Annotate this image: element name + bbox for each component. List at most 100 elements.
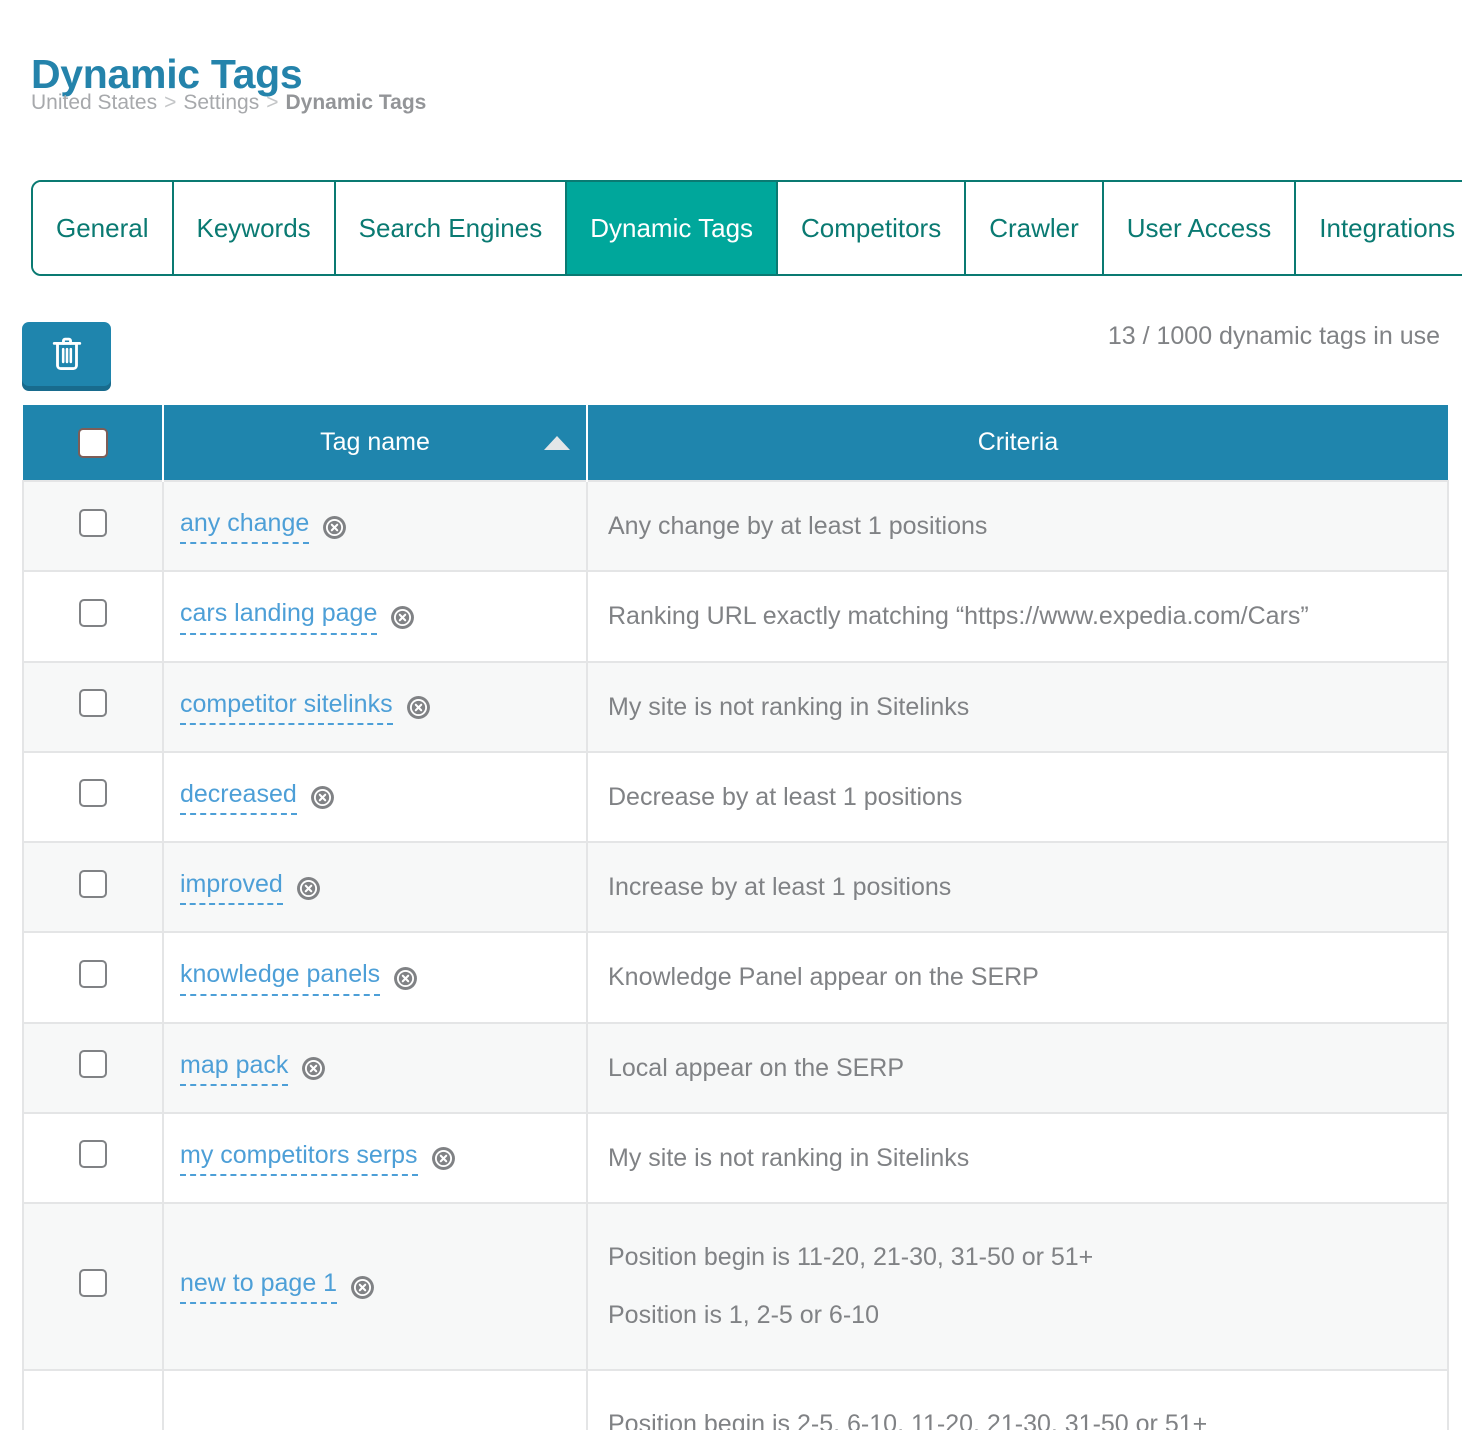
criteria-line: My site is not ranking in Sitelinks bbox=[608, 1114, 1431, 1202]
tab-crawler[interactable]: Crawler bbox=[966, 182, 1104, 274]
table-header-row: Tag name Criteria bbox=[23, 405, 1448, 481]
tag-name-link[interactable]: decreased bbox=[180, 781, 297, 815]
row-select-cell[interactable] bbox=[23, 571, 163, 661]
select-all-checkbox[interactable] bbox=[78, 428, 108, 458]
row-select-cell[interactable] bbox=[23, 1023, 163, 1113]
row-select-cell[interactable] bbox=[23, 481, 163, 571]
criteria-line: Position begin is 11-20, 21-30, 31-50 or… bbox=[608, 1228, 1431, 1286]
row-select-cell[interactable] bbox=[23, 1113, 163, 1203]
row-checkbox[interactable] bbox=[79, 1269, 107, 1297]
tab-general[interactable]: General bbox=[33, 182, 174, 274]
page-title: Dynamic Tags bbox=[31, 54, 302, 95]
tab-user-access[interactable]: User Access bbox=[1104, 182, 1297, 274]
remove-circle-icon[interactable] bbox=[390, 605, 415, 630]
row-checkbox[interactable] bbox=[79, 870, 107, 898]
tag-name-link[interactable]: new to page 1 bbox=[180, 1270, 337, 1304]
table-row: knowledge panels Knowledge Panel appear o… bbox=[23, 932, 1448, 1022]
breadcrumb-item[interactable]: United States bbox=[31, 91, 157, 114]
remove-circle-icon[interactable] bbox=[322, 515, 347, 540]
criteria-line: Any change by at least 1 positions bbox=[608, 482, 1431, 570]
tag-name-cell: decreased bbox=[163, 752, 587, 842]
remove-circle-icon[interactable] bbox=[431, 1146, 456, 1171]
criteria-line: Position is 1, 2-5 or 6-10 bbox=[608, 1286, 1431, 1344]
column-header-criteria[interactable]: Criteria bbox=[587, 405, 1448, 481]
tag-name-cell: map pack bbox=[163, 1023, 587, 1113]
trash-icon bbox=[50, 335, 84, 373]
tag-name-link[interactable]: my competitors serps bbox=[180, 1142, 418, 1176]
tag-name-link[interactable]: any change bbox=[180, 510, 309, 544]
tag-name-link[interactable]: improved bbox=[180, 871, 283, 905]
row-select-cell[interactable] bbox=[23, 842, 163, 932]
criteria-line: Decrease by at least 1 positions bbox=[608, 753, 1431, 841]
breadcrumb-item[interactable]: Settings bbox=[183, 91, 259, 114]
tab-integrations[interactable]: Integrations bbox=[1296, 182, 1462, 274]
row-select-cell[interactable] bbox=[23, 662, 163, 752]
tab-keywords[interactable]: Keywords bbox=[174, 182, 336, 274]
tag-name-link[interactable]: knowledge panels bbox=[180, 961, 380, 995]
row-checkbox[interactable] bbox=[79, 960, 107, 988]
breadcrumb-separator: > bbox=[266, 91, 278, 114]
tab-competitors[interactable]: Competitors bbox=[778, 182, 966, 274]
dynamic-tags-page: Dynamic Tags United States>Settings>Dyna… bbox=[0, 0, 1462, 1430]
row-checkbox[interactable] bbox=[79, 1140, 107, 1168]
row-select-cell[interactable] bbox=[23, 752, 163, 842]
breadcrumb: United States > Settings > Dynamic Tags bbox=[31, 92, 426, 113]
tab-label: Keywords bbox=[197, 215, 311, 241]
table-body: any change Any change by at least 1 posit… bbox=[23, 481, 1448, 1430]
tags-usage-count: 13 / 1000 dynamic tags in use bbox=[1108, 324, 1440, 349]
tag-name-cell: knowledge panels bbox=[163, 932, 587, 1022]
tab-label: Search Engines bbox=[359, 215, 543, 241]
row-select-cell[interactable] bbox=[23, 1203, 163, 1370]
tag-name-cell: any change bbox=[163, 481, 587, 571]
row-checkbox[interactable] bbox=[79, 509, 107, 537]
delete-selected-button[interactable] bbox=[22, 322, 111, 386]
row-checkbox[interactable] bbox=[79, 689, 107, 717]
tag-name-cell: cars landing page bbox=[163, 571, 587, 661]
table-row: any change Any change by at least 1 posit… bbox=[23, 481, 1448, 571]
tab-label: General bbox=[56, 215, 149, 241]
tag-name-link[interactable]: cars landing page bbox=[180, 600, 377, 634]
row-select-cell[interactable] bbox=[23, 932, 163, 1022]
criteria-line: Increase by at least 1 positions bbox=[608, 843, 1431, 931]
settings-tab-bar: General Keywords Search Engines Dynamic Tag… bbox=[31, 180, 1462, 276]
column-header-tag-name[interactable]: Tag name bbox=[163, 405, 587, 481]
tag-name-link[interactable]: competitor sitelinks bbox=[180, 691, 393, 725]
row-checkbox[interactable] bbox=[79, 779, 107, 807]
criteria-cell: Position begin is 11-20, 21-30, 31-50 or… bbox=[587, 1203, 1448, 1370]
row-checkbox[interactable] bbox=[79, 1050, 107, 1078]
row-select-cell[interactable] bbox=[23, 1370, 163, 1430]
tab-label: Crawler bbox=[989, 215, 1079, 241]
column-header-tag-name-label: Tag name bbox=[320, 428, 430, 456]
caret-up-icon bbox=[544, 436, 570, 450]
table-row: decreased Decrease by at least 1 position… bbox=[23, 752, 1448, 842]
row-checkbox[interactable] bbox=[79, 599, 107, 627]
tag-name-cell: my competitors serps bbox=[163, 1113, 587, 1203]
remove-circle-icon[interactable] bbox=[406, 695, 431, 720]
remove-circle-icon[interactable] bbox=[301, 1056, 326, 1081]
breadcrumb-item-current: Dynamic Tags bbox=[286, 91, 427, 114]
criteria-cell: Knowledge Panel appear on the SERP bbox=[587, 932, 1448, 1022]
tab-label: Competitors bbox=[801, 215, 941, 241]
criteria-cell: Increase by at least 1 positions bbox=[587, 842, 1448, 932]
criteria-cell: My site is not ranking in Sitelinks bbox=[587, 662, 1448, 752]
remove-circle-icon[interactable] bbox=[296, 876, 321, 901]
table-row: competitor sitelinks My site is not ranki… bbox=[23, 662, 1448, 752]
tab-label: Dynamic Tags bbox=[590, 215, 753, 241]
dynamic-tags-table: Tag name Criteria any change Any change b… bbox=[22, 405, 1449, 1430]
criteria-cell: Any change by at least 1 positions bbox=[587, 481, 1448, 571]
remove-circle-icon[interactable] bbox=[393, 966, 418, 991]
breadcrumb-separator: > bbox=[164, 91, 176, 114]
remove-circle-icon[interactable] bbox=[310, 785, 335, 810]
column-header-select-all[interactable] bbox=[23, 405, 163, 481]
table-row: map packLocal appear on the SERP bbox=[23, 1023, 1448, 1113]
tag-name-link[interactable]: map pack bbox=[180, 1052, 288, 1086]
remove-circle-icon[interactable] bbox=[350, 1275, 375, 1300]
tab-dynamic-tags[interactable]: Dynamic Tags bbox=[567, 182, 778, 274]
table-row: improved Increase by at least 1 positions bbox=[23, 842, 1448, 932]
criteria-cell: Decrease by at least 1 positions bbox=[587, 752, 1448, 842]
criteria-cell: My site is not ranking in Sitelinks bbox=[587, 1113, 1448, 1203]
column-header-criteria-label: Criteria bbox=[978, 428, 1059, 456]
tab-search-engines[interactable]: Search Engines bbox=[336, 182, 568, 274]
tag-name-cell: new to position 1 bbox=[163, 1370, 587, 1430]
criteria-cell: Position begin is 2-5, 6-10, 11-20, 21-3… bbox=[587, 1370, 1448, 1430]
